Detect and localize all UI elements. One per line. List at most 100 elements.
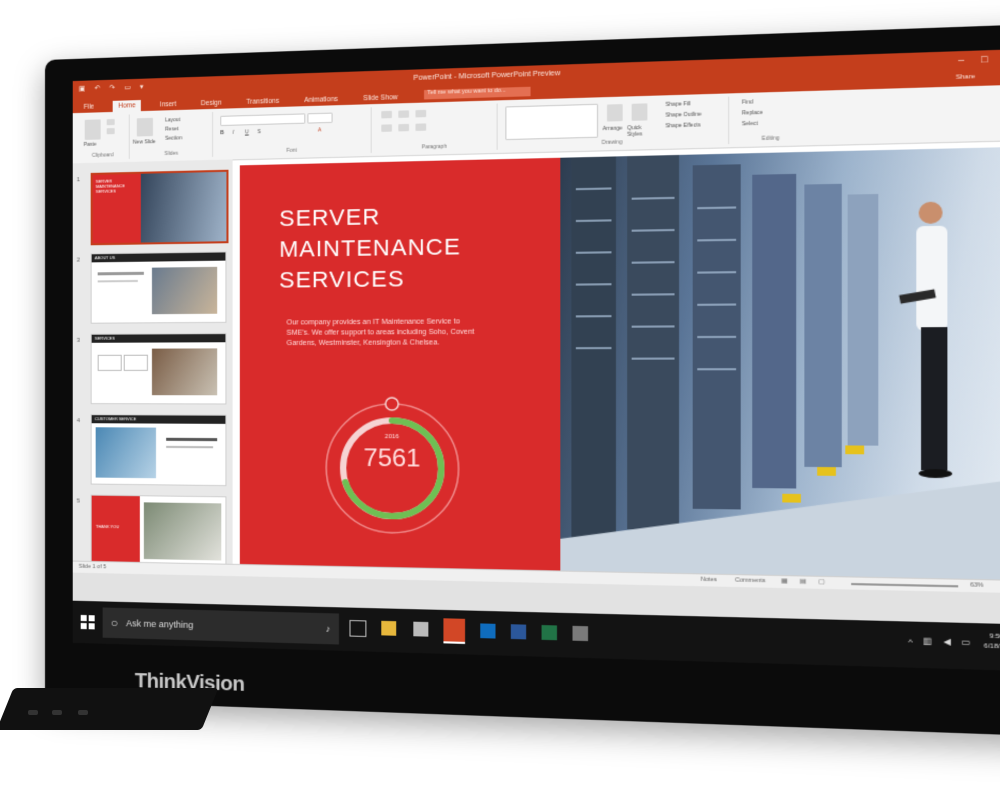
group-label-slides: Slides <box>164 150 179 158</box>
chevron-up-icon[interactable]: ^ <box>908 637 912 647</box>
task-view-icon[interactable] <box>349 619 367 638</box>
numbering-icon[interactable] <box>398 110 410 118</box>
slide-thumbnail-1[interactable]: SERVER MAINTENANCE SERVICES <box>90 169 229 246</box>
slide-thumbnail-3[interactable]: SERVICES <box>90 333 227 405</box>
layout-button[interactable]: Layout <box>165 117 180 124</box>
customize-icon[interactable]: ▾ <box>140 83 144 91</box>
font-color-icon[interactable]: A <box>318 127 322 133</box>
quick-access-toolbar: ▣ ↶ ↷ ▭ ▾ <box>79 83 144 93</box>
maximize-icon[interactable]: □ <box>981 54 988 66</box>
new-slide-button[interactable]: New Slide <box>133 139 156 146</box>
thumb-number: 3 <box>76 337 81 344</box>
reading-view-icon[interactable]: ▢ <box>818 579 824 586</box>
font-size-select[interactable] <box>307 112 333 124</box>
underline-icon[interactable]: U <box>245 129 249 135</box>
slide-title[interactable]: SERVER MAINTENANCE SERVICES <box>279 200 461 296</box>
align-left-icon[interactable] <box>381 124 392 132</box>
share-button[interactable]: Share <box>956 74 975 81</box>
usb-port-icon <box>52 710 62 715</box>
thumb-header: SERVICES <box>91 334 226 343</box>
monitor-stand <box>0 688 219 730</box>
monitor: ▣ ↶ ↷ ▭ ▾ PowerPoint - Microsoft PowerPo… <box>45 23 1000 737</box>
slide-position: Slide 1 of 5 <box>78 563 107 571</box>
align-center-icon[interactable] <box>398 123 410 132</box>
slide-canvas[interactable]: SERVER MAINTENANCE SERVICES Our company … <box>239 147 1000 580</box>
store-icon[interactable] <box>413 621 429 637</box>
group-label-font: Font <box>286 147 297 154</box>
section-button[interactable]: Section <box>165 135 182 142</box>
arrange-button[interactable]: Arrange <box>603 125 623 132</box>
shape-outline-button[interactable]: Shape Outline <box>665 111 701 118</box>
stat-number: 7561 <box>363 444 421 473</box>
group-label-editing: Editing <box>761 135 780 143</box>
quick-styles-icon[interactable] <box>631 103 648 121</box>
font-name-select[interactable] <box>220 113 306 127</box>
zoom-level[interactable]: 63% <box>970 582 983 589</box>
find-button[interactable]: Find <box>742 99 753 106</box>
zoom-slider[interactable] <box>851 582 959 588</box>
group-label-paragraph: Paragraph <box>421 143 447 151</box>
shapes-gallery[interactable] <box>505 103 599 141</box>
arrange-icon[interactable] <box>607 104 623 122</box>
word-icon[interactable] <box>510 624 527 640</box>
stat-ring: 2016 7561 <box>313 390 473 547</box>
power-button-icon[interactable] <box>78 710 88 715</box>
tab-insert[interactable]: Insert <box>155 99 182 111</box>
shape-effects-button[interactable]: Shape Effects <box>665 122 700 129</box>
slide-thumbnail-5[interactable]: THANK YOU <box>90 494 227 568</box>
present-icon[interactable]: ▭ <box>124 83 131 91</box>
cortana-icon: ○ <box>110 615 118 631</box>
cut-icon[interactable] <box>106 118 115 126</box>
replace-button[interactable]: Replace <box>742 110 763 117</box>
microphone-icon[interactable]: ♪ <box>326 623 331 633</box>
clock[interactable]: 9:50 AM 6/18/2018 <box>984 632 1000 653</box>
slide-thumbnail-2[interactable]: ABOUT US <box>90 251 227 324</box>
quick-styles-button[interactable]: Quick Styles <box>627 125 654 138</box>
notes-button[interactable]: Notes <box>701 577 717 584</box>
strikethrough-icon[interactable]: S <box>257 129 260 135</box>
onenote-icon[interactable] <box>572 625 589 642</box>
bold-icon[interactable]: B <box>220 130 224 136</box>
paste-icon[interactable] <box>84 119 101 140</box>
thumb-header: CUSTOMER SERVICE <box>91 415 226 424</box>
indent-icon[interactable] <box>415 109 427 118</box>
tab-design[interactable]: Design <box>196 97 227 109</box>
notifications-icon[interactable]: ▭ <box>961 637 970 647</box>
new-slide-icon[interactable] <box>136 117 153 137</box>
powerpoint-taskbar-icon[interactable] <box>443 618 466 644</box>
windows-start-icon[interactable] <box>80 614 95 630</box>
tab-file[interactable]: File <box>79 101 99 113</box>
bullets-icon[interactable] <box>381 110 392 119</box>
select-button[interactable]: Select <box>742 121 758 128</box>
reset-button[interactable]: Reset <box>165 126 178 132</box>
slide-sorter-icon[interactable]: ▤ <box>800 579 806 586</box>
network-icon[interactable]: ▥ <box>923 636 932 646</box>
redo-icon[interactable]: ↷ <box>109 84 115 92</box>
paste-button[interactable]: Paste <box>84 142 97 148</box>
italic-icon[interactable]: I <box>233 130 234 136</box>
usb-port-icon <box>28 710 38 715</box>
slide-body-text[interactable]: Our company provides an IT Maintenance S… <box>286 317 478 349</box>
normal-view-icon[interactable]: ▦ <box>781 578 787 585</box>
slide-thumbnail-4[interactable]: CUSTOMER SERVICE <box>90 414 227 487</box>
group-label-clipboard: Clipboard <box>91 152 114 159</box>
outlook-icon[interactable] <box>480 623 496 639</box>
group-paragraph: Paragraph <box>372 103 498 153</box>
align-right-icon[interactable] <box>415 123 427 131</box>
group-clipboard: Paste Clipboard <box>76 114 130 161</box>
minimize-icon[interactable]: – <box>958 54 964 66</box>
group-drawing: Arrange Quick Styles Shape Fill Shape Ou… <box>498 96 730 150</box>
comments-button[interactable]: Comments <box>735 577 766 584</box>
technician <box>899 201 953 479</box>
taskbar-search[interactable]: ○ Ask me anything ♪ <box>102 607 339 645</box>
shape-fill-button[interactable]: Shape Fill <box>665 101 690 108</box>
undo-icon[interactable]: ↶ <box>94 84 100 92</box>
volume-icon[interactable]: ◀ <box>944 637 951 647</box>
excel-icon[interactable] <box>541 625 558 641</box>
stat-year: 2016 <box>384 433 400 441</box>
save-icon[interactable]: ▣ <box>79 85 86 93</box>
search-placeholder: Ask me anything <box>125 618 194 631</box>
tab-home[interactable]: Home <box>113 100 141 112</box>
file-explorer-icon[interactable] <box>381 620 397 636</box>
copy-icon[interactable] <box>106 128 115 135</box>
